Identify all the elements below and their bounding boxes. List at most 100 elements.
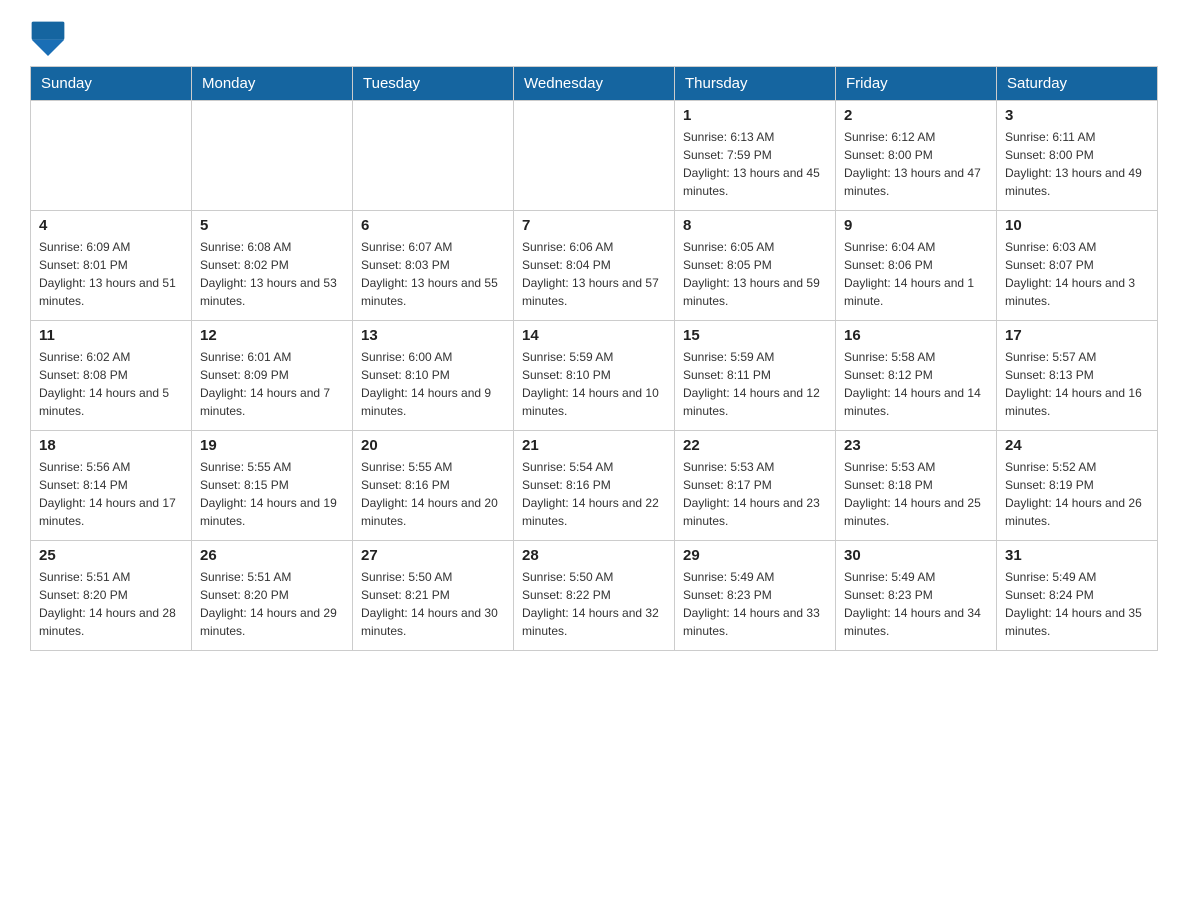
day-number: 24 [1005,437,1149,454]
day-of-week-header: Monday [192,67,353,101]
day-number: 16 [844,327,988,344]
day-number: 2 [844,107,988,124]
calendar-cell: 31Sunrise: 5:49 AMSunset: 8:24 PMDayligh… [997,541,1158,651]
day-info: Sunrise: 5:55 AMSunset: 8:15 PMDaylight:… [200,458,344,530]
day-number: 18 [39,437,183,454]
calendar-cell: 29 Sunrise: 5:49 AMSunset: 8:23 PMDayligh… [675,541,836,651]
day-info: Sunrise: 6:06 AMSunset: 8:04 PMDaylight:… [522,238,666,310]
calendar-week-row: 25 Sunrise: 5:51 AMSunset: 8:20 PMDayligh… [31,541,1158,651]
day-info: Sunrise: 6:03 AMSunset: 8:07 PMDaylight:… [1005,238,1149,310]
calendar-week-row: 4 Sunrise: 6:09 AMSunset: 8:01 PMDaylight… [31,211,1158,321]
day-info: Sunrise: 5:53 AMSunset: 8:17 PMDaylight:… [683,458,827,530]
day-info: Sunrise: 6:05 AMSunset: 8:05 PMDaylight:… [683,238,827,310]
calendar-cell: 18 Sunrise: 5:56 AMSunset: 8:14 PMDayligh… [31,431,192,541]
calendar-cell: 16 Sunrise: 5:58 AMSunset: 8:12 PMDayligh… [836,321,997,431]
day-info: Sunrise: 5:57 AMSunset: 8:13 PMDaylight:… [1005,348,1149,420]
calendar-cell: 7Sunrise: 6:06 AMSunset: 8:04 PMDaylight… [514,211,675,321]
calendar-cell: 9 Sunrise: 6:04 AMSunset: 8:06 PMDaylight… [836,211,997,321]
day-info: Sunrise: 6:02 AMSunset: 8:08 PMDaylight:… [39,348,183,420]
day-info: Sunrise: 5:49 AMSunset: 8:23 PMDaylight:… [844,568,988,640]
calendar-cell: 8 Sunrise: 6:05 AMSunset: 8:05 PMDaylight… [675,211,836,321]
calendar-cell: 15 Sunrise: 5:59 AMSunset: 8:11 PMDayligh… [675,321,836,431]
calendar-cell: 24Sunrise: 5:52 AMSunset: 8:19 PMDayligh… [997,431,1158,541]
day-info: Sunrise: 5:51 AMSunset: 8:20 PMDaylight:… [200,568,344,640]
day-number: 8 [683,217,827,234]
calendar-cell: 14 Sunrise: 5:59 AMSunset: 8:10 PMDayligh… [514,321,675,431]
day-number: 15 [683,327,827,344]
calendar-cell: 12 Sunrise: 6:01 AMSunset: 8:09 PMDayligh… [192,321,353,431]
day-number: 11 [39,327,183,344]
day-info: Sunrise: 6:09 AMSunset: 8:01 PMDaylight:… [39,238,183,310]
day-of-week-header: Wednesday [514,67,675,101]
day-number: 30 [844,547,988,564]
day-info: Sunrise: 6:11 AMSunset: 8:00 PMDaylight:… [1005,128,1149,200]
day-info: Sunrise: 6:12 AMSunset: 8:00 PMDaylight:… [844,128,988,200]
day-number: 23 [844,437,988,454]
calendar-cell [31,101,192,211]
calendar-cell [192,101,353,211]
day-number: 27 [361,547,505,564]
calendar-cell: 19 Sunrise: 5:55 AMSunset: 8:15 PMDayligh… [192,431,353,541]
calendar-cell: 22 Sunrise: 5:53 AMSunset: 8:17 PMDayligh… [675,431,836,541]
day-number: 12 [200,327,344,344]
day-info: Sunrise: 5:49 AMSunset: 8:23 PMDaylight:… [683,568,827,640]
day-info: Sunrise: 5:55 AMSunset: 8:16 PMDaylight:… [361,458,505,530]
page-header [30,20,1158,56]
day-number: 17 [1005,327,1149,344]
calendar-week-row: 1Sunrise: 6:13 AMSunset: 7:59 PMDaylight… [31,101,1158,211]
day-info: Sunrise: 5:51 AMSunset: 8:20 PMDaylight:… [39,568,183,640]
calendar-cell [353,101,514,211]
calendar-cell: 30 Sunrise: 5:49 AMSunset: 8:23 PMDayligh… [836,541,997,651]
day-of-week-row: SundayMondayTuesdayWednesdayThursdayFrid… [31,67,1158,101]
calendar-cell: 21 Sunrise: 5:54 AMSunset: 8:16 PMDayligh… [514,431,675,541]
day-number: 13 [361,327,505,344]
calendar-table: SundayMondayTuesdayWednesdayThursdayFrid… [30,66,1158,651]
logo-icon [30,20,66,56]
day-of-week-header: Thursday [675,67,836,101]
day-number: 3 [1005,107,1149,124]
calendar-cell: 13Sunrise: 6:00 AMSunset: 8:10 PMDayligh… [353,321,514,431]
day-number: 14 [522,327,666,344]
day-info: Sunrise: 6:07 AMSunset: 8:03 PMDaylight:… [361,238,505,310]
calendar-cell: 27 Sunrise: 5:50 AMSunset: 8:21 PMDayligh… [353,541,514,651]
day-number: 19 [200,437,344,454]
day-number: 22 [683,437,827,454]
calendar-week-row: 18 Sunrise: 5:56 AMSunset: 8:14 PMDayligh… [31,431,1158,541]
day-info: Sunrise: 5:53 AMSunset: 8:18 PMDaylight:… [844,458,988,530]
calendar-cell: 2 Sunrise: 6:12 AMSunset: 8:00 PMDaylight… [836,101,997,211]
day-number: 29 [683,547,827,564]
day-info: Sunrise: 6:13 AMSunset: 7:59 PMDaylight:… [683,128,827,200]
day-info: Sunrise: 6:08 AMSunset: 8:02 PMDaylight:… [200,238,344,310]
calendar-cell [514,101,675,211]
day-number: 20 [361,437,505,454]
day-number: 5 [200,217,344,234]
day-number: 21 [522,437,666,454]
calendar-cell: 11 Sunrise: 6:02 AMSunset: 8:08 PMDayligh… [31,321,192,431]
calendar-cell: 3 Sunrise: 6:11 AMSunset: 8:00 PMDaylight… [997,101,1158,211]
day-number: 31 [1005,547,1149,564]
calendar-body: 1Sunrise: 6:13 AMSunset: 7:59 PMDaylight… [31,101,1158,651]
calendar-cell: 5 Sunrise: 6:08 AMSunset: 8:02 PMDaylight… [192,211,353,321]
calendar-cell: 6Sunrise: 6:07 AMSunset: 8:03 PMDaylight… [353,211,514,321]
day-info: Sunrise: 5:50 AMSunset: 8:22 PMDaylight:… [522,568,666,640]
calendar-cell: 23 Sunrise: 5:53 AMSunset: 8:18 PMDayligh… [836,431,997,541]
day-info: Sunrise: 5:59 AMSunset: 8:10 PMDaylight:… [522,348,666,420]
day-number: 9 [844,217,988,234]
day-number: 25 [39,547,183,564]
day-info: Sunrise: 5:50 AMSunset: 8:21 PMDaylight:… [361,568,505,640]
day-info: Sunrise: 5:56 AMSunset: 8:14 PMDaylight:… [39,458,183,530]
calendar-cell: 10 Sunrise: 6:03 AMSunset: 8:07 PMDayligh… [997,211,1158,321]
day-of-week-header: Friday [836,67,997,101]
day-info: Sunrise: 5:58 AMSunset: 8:12 PMDaylight:… [844,348,988,420]
calendar-cell: 20 Sunrise: 5:55 AMSunset: 8:16 PMDayligh… [353,431,514,541]
calendar-week-row: 11 Sunrise: 6:02 AMSunset: 8:08 PMDayligh… [31,321,1158,431]
day-info: Sunrise: 6:01 AMSunset: 8:09 PMDaylight:… [200,348,344,420]
calendar-cell: 28Sunrise: 5:50 AMSunset: 8:22 PMDayligh… [514,541,675,651]
day-info: Sunrise: 5:54 AMSunset: 8:16 PMDaylight:… [522,458,666,530]
day-of-week-header: Tuesday [353,67,514,101]
day-number: 10 [1005,217,1149,234]
day-info: Sunrise: 5:59 AMSunset: 8:11 PMDaylight:… [683,348,827,420]
logo [30,20,72,56]
day-info: Sunrise: 6:04 AMSunset: 8:06 PMDaylight:… [844,238,988,310]
day-number: 4 [39,217,183,234]
